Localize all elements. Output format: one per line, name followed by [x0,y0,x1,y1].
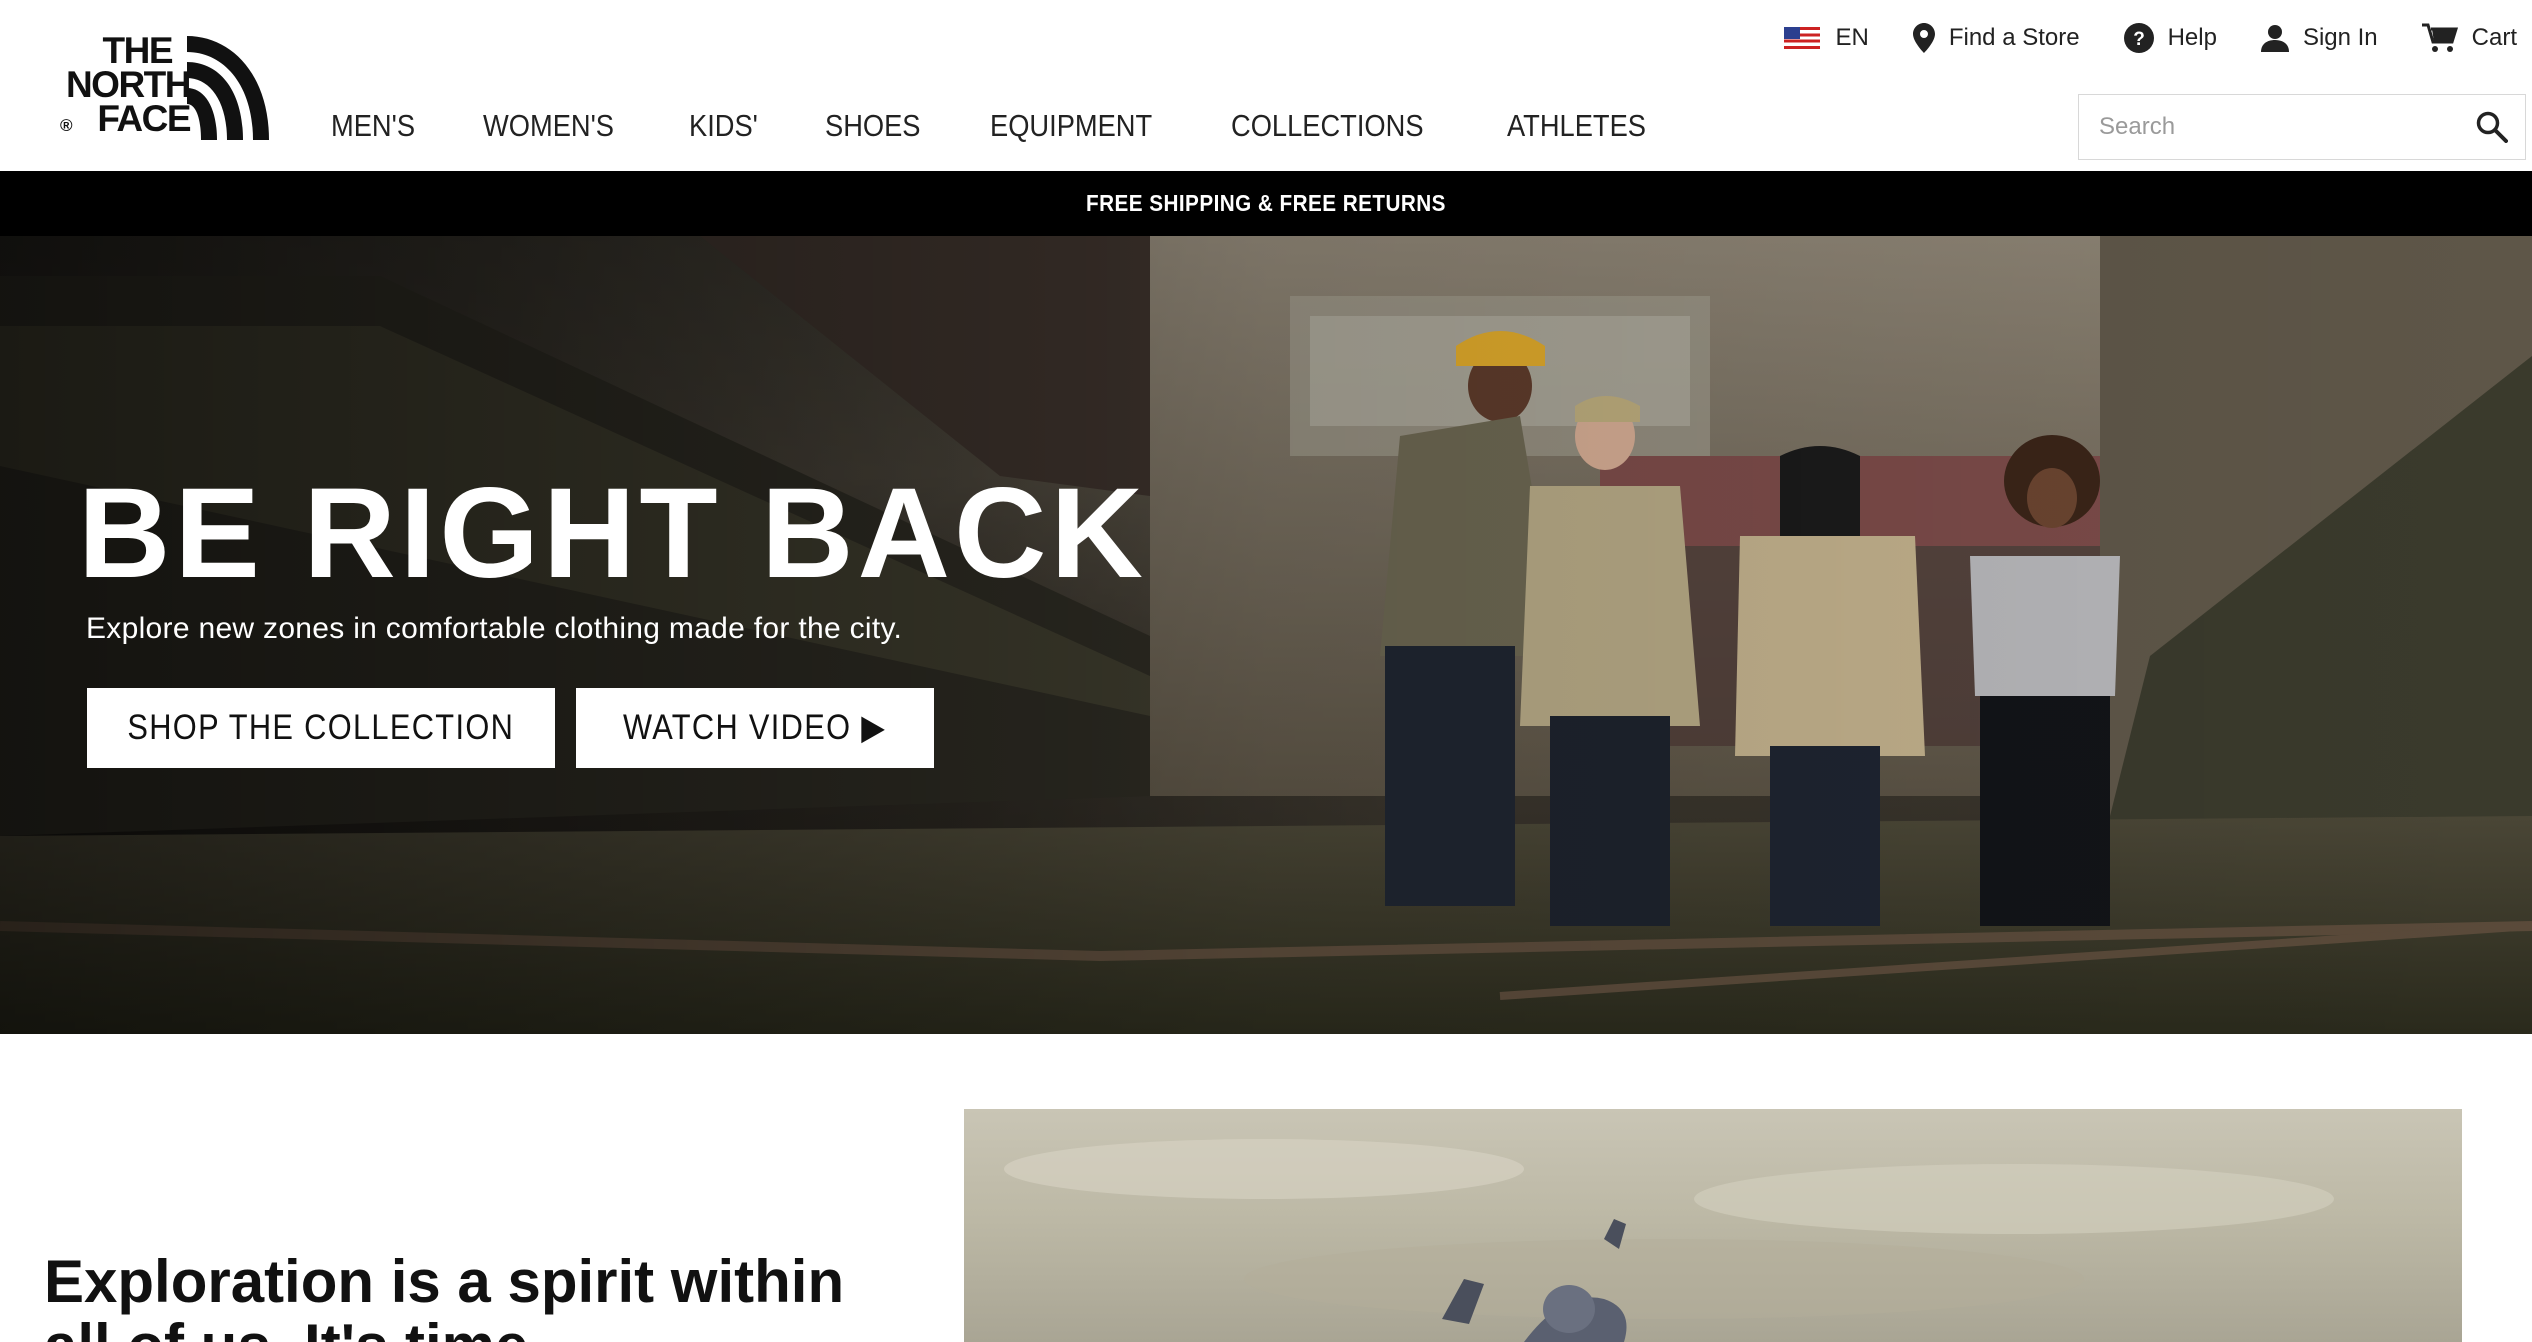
svg-text:?: ? [2133,29,2145,50]
search-icon [2476,111,2508,143]
help-link[interactable]: ? Help [2123,23,2217,53]
cart-link[interactable]: Cart [2421,23,2517,53]
watch-video-label: WATCH VIDEO ▶ [623,708,887,747]
help-icon: ? [2123,23,2154,53]
site-header: THE NORTH FACE ® EN Find a Store ? Help … [0,0,2532,171]
search-button[interactable] [2459,95,2525,159]
nav-item-womens[interactable]: WOMEN'S [483,108,614,144]
nav-item-kids[interactable]: KIDS' [689,108,758,144]
us-flag-icon [1783,27,1820,49]
feature-image [964,1109,2462,1342]
location-pin-icon [1912,23,1935,53]
logo-registered-mark: ® [60,116,73,135]
search-input[interactable] [2079,95,2459,159]
cart-icon [2421,23,2458,52]
sign-in-link[interactable]: Sign In [2260,24,2378,52]
help-label: Help [2167,24,2217,51]
promo-bar: FREE SHIPPING & FREE RETURNS [0,171,2532,236]
promo-text: FREE SHIPPING & FREE RETURNS [1086,190,1446,216]
search-box [2078,94,2526,160]
logo-line-the: THE [102,30,174,71]
half-dome-logo-icon [187,36,269,140]
hero-banner: BE RIGHT BACK Explore new zones in comfo… [0,236,2532,1034]
section-heading: Exploration is a spirit within all of us… [44,1248,845,1342]
nav-item-collections[interactable]: COLLECTIONS [1231,108,1424,144]
shop-collection-label: SHOP THE COLLECTION [127,708,515,747]
sign-in-label: Sign In [2302,24,2378,51]
feature-image-art [1004,1139,2334,1342]
nav-item-mens[interactable]: MEN'S [331,108,415,144]
language-label: EN [1835,24,1869,51]
cart-label: Cart [2471,24,2517,51]
nav-item-athletes[interactable]: ATHLETES [1507,108,1646,144]
find-store-link[interactable]: Find a Store [1912,23,2080,53]
nav-item-shoes[interactable]: SHOES [825,108,921,144]
watch-video-button[interactable]: WATCH VIDEO ▶ [576,688,934,768]
logo-line-north: NORTH [65,64,192,105]
main-nav: MEN'S WOMEN'S KIDS' SHOES EQUIPMENT COLL… [331,108,1722,144]
utility-nav: EN Find a Store ? Help Sign In Cart [1740,18,2517,58]
user-icon [2260,25,2289,52]
language-selector[interactable]: EN [1783,24,1869,52]
shop-collection-button[interactable]: SHOP THE COLLECTION [87,688,555,768]
brand-logo[interactable]: THE NORTH FACE ® [40,30,270,146]
find-store-label: Find a Store [1948,24,2080,51]
nav-item-equipment[interactable]: EQUIPMENT [990,108,1152,144]
hero-title: BE RIGHT BACK [78,462,1147,605]
hero-subtitle: Explore new zones in comfortable clothin… [86,612,903,645]
